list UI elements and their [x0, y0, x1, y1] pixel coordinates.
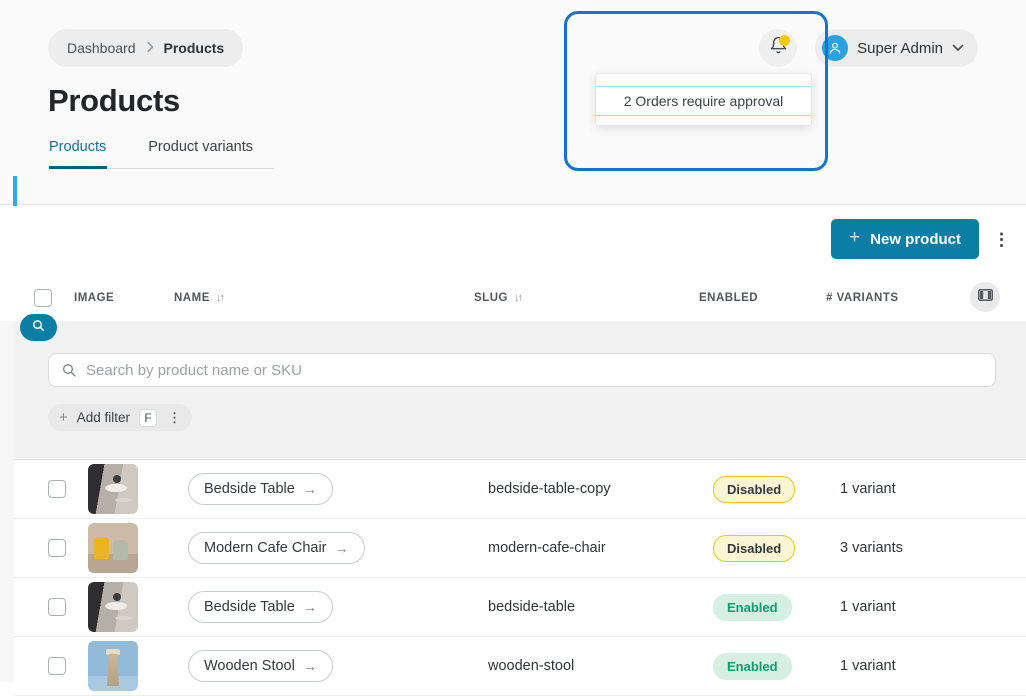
- table-row[interactable]: Wooden Stool→ wooden-stool Enabled 1 var…: [14, 637, 1026, 696]
- breadcrumb-separator-icon: [146, 41, 154, 56]
- select-all-checkbox[interactable]: [34, 289, 52, 307]
- search-input[interactable]: [48, 353, 996, 387]
- sort-icon: ↓↑: [216, 292, 223, 304]
- add-filter-button[interactable]: + Add filter F ⋮: [48, 404, 192, 431]
- user-menu[interactable]: Super Admin: [815, 29, 978, 67]
- product-slug: modern-cafe-chair: [488, 540, 713, 556]
- left-scroll-indicator: [13, 176, 17, 206]
- user-name: Super Admin: [857, 40, 943, 57]
- table-row[interactable]: Modern Cafe Chair→ modern-cafe-chair Dis…: [14, 519, 1026, 578]
- table-row[interactable]: Bedside Table→ bedside-table-copy Disabl…: [14, 460, 1026, 519]
- arrow-right-icon: →: [303, 599, 317, 615]
- breadcrumb: Dashboard Products: [48, 29, 243, 67]
- notifications-button[interactable]: [759, 29, 797, 67]
- table-row[interactable]: Bedside Table→ bedside-table Enabled 1 v…: [14, 578, 1026, 637]
- column-header-image: IMAGE: [74, 292, 174, 304]
- search-icon: [61, 362, 77, 383]
- toolbar-section: + New product ⋮ IMAGE NAME↓↑ SLUG↓↑ ENAB…: [0, 205, 1026, 321]
- product-name-link[interactable]: Bedside Table→: [188, 591, 333, 623]
- column-header-name[interactable]: NAME↓↑: [174, 292, 474, 304]
- filter-panel: + Add filter F ⋮: [14, 321, 1026, 460]
- arrow-right-icon: →: [303, 658, 317, 674]
- new-product-label: New product: [870, 231, 961, 248]
- tab-products[interactable]: Products: [49, 139, 127, 168]
- sort-icon: ↓↑: [514, 292, 521, 304]
- new-product-button[interactable]: + New product: [831, 219, 979, 259]
- filter-kebab-menu[interactable]: ⋮: [166, 410, 181, 426]
- chevron-down-icon: [952, 39, 964, 57]
- product-slug: bedside-table: [488, 599, 713, 615]
- add-filter-label: Add filter: [77, 410, 130, 425]
- status-badge: Enabled: [713, 594, 792, 621]
- column-header-slug[interactable]: SLUG↓↑: [474, 292, 699, 304]
- variant-count: 3 variants: [840, 540, 1006, 556]
- product-thumbnail: [88, 523, 138, 573]
- notification-badge: [779, 35, 790, 46]
- tab-product-variants[interactable]: Product variants: [127, 139, 274, 168]
- product-name-link[interactable]: Bedside Table→: [188, 473, 333, 505]
- tab-bar: Products Product variants: [49, 139, 274, 169]
- table-header-row: IMAGE NAME↓↑ SLUG↓↑ ENABLED # VARIANTS: [0, 274, 1026, 321]
- row-checkbox[interactable]: [48, 598, 66, 616]
- product-slug: wooden-stool: [488, 658, 713, 674]
- product-slug: bedside-table-copy: [488, 481, 713, 497]
- columns-icon: [978, 288, 993, 306]
- page-title: Products: [48, 83, 1026, 119]
- shortcut-key-badge: F: [139, 409, 157, 427]
- column-header-enabled: ENABLED: [699, 292, 826, 304]
- product-thumbnail: [88, 464, 138, 514]
- row-checkbox[interactable]: [48, 539, 66, 557]
- toolbar-kebab-menu[interactable]: ⋮: [991, 227, 1012, 252]
- notification-popup-text[interactable]: 2 Orders require approval: [624, 93, 784, 109]
- product-table-body: Bedside Table→ bedside-table-copy Disabl…: [14, 460, 1026, 696]
- product-thumbnail: [88, 641, 138, 691]
- arrow-right-icon: →: [303, 481, 317, 497]
- status-badge: Enabled: [713, 653, 792, 680]
- status-badge: Disabled: [713, 476, 795, 503]
- avatar: [822, 35, 848, 61]
- products-admin-page: Dashboard Products Super Admin: [0, 0, 1026, 682]
- product-name-link[interactable]: Modern Cafe Chair→: [188, 532, 365, 564]
- variant-count: 1 variant: [840, 599, 1006, 615]
- breadcrumb-current: Products: [164, 40, 225, 56]
- page-header: Dashboard Products Super Admin: [0, 0, 1026, 205]
- status-badge: Disabled: [713, 535, 795, 562]
- search-icon: [31, 318, 46, 338]
- breadcrumb-dashboard[interactable]: Dashboard: [67, 40, 136, 56]
- variant-count: 1 variant: [840, 481, 1006, 497]
- plus-icon: +: [849, 227, 860, 249]
- arrow-right-icon: →: [335, 540, 349, 556]
- column-settings-button[interactable]: [970, 282, 1000, 312]
- variant-count: 1 variant: [840, 658, 1006, 674]
- quick-search-button[interactable]: [20, 314, 57, 341]
- row-checkbox[interactable]: [48, 657, 66, 675]
- plus-icon: +: [59, 409, 68, 426]
- product-name-link[interactable]: Wooden Stool→: [188, 650, 333, 682]
- product-thumbnail: [88, 582, 138, 632]
- notification-popup[interactable]: 2 Orders require approval: [595, 73, 812, 126]
- row-checkbox[interactable]: [48, 480, 66, 498]
